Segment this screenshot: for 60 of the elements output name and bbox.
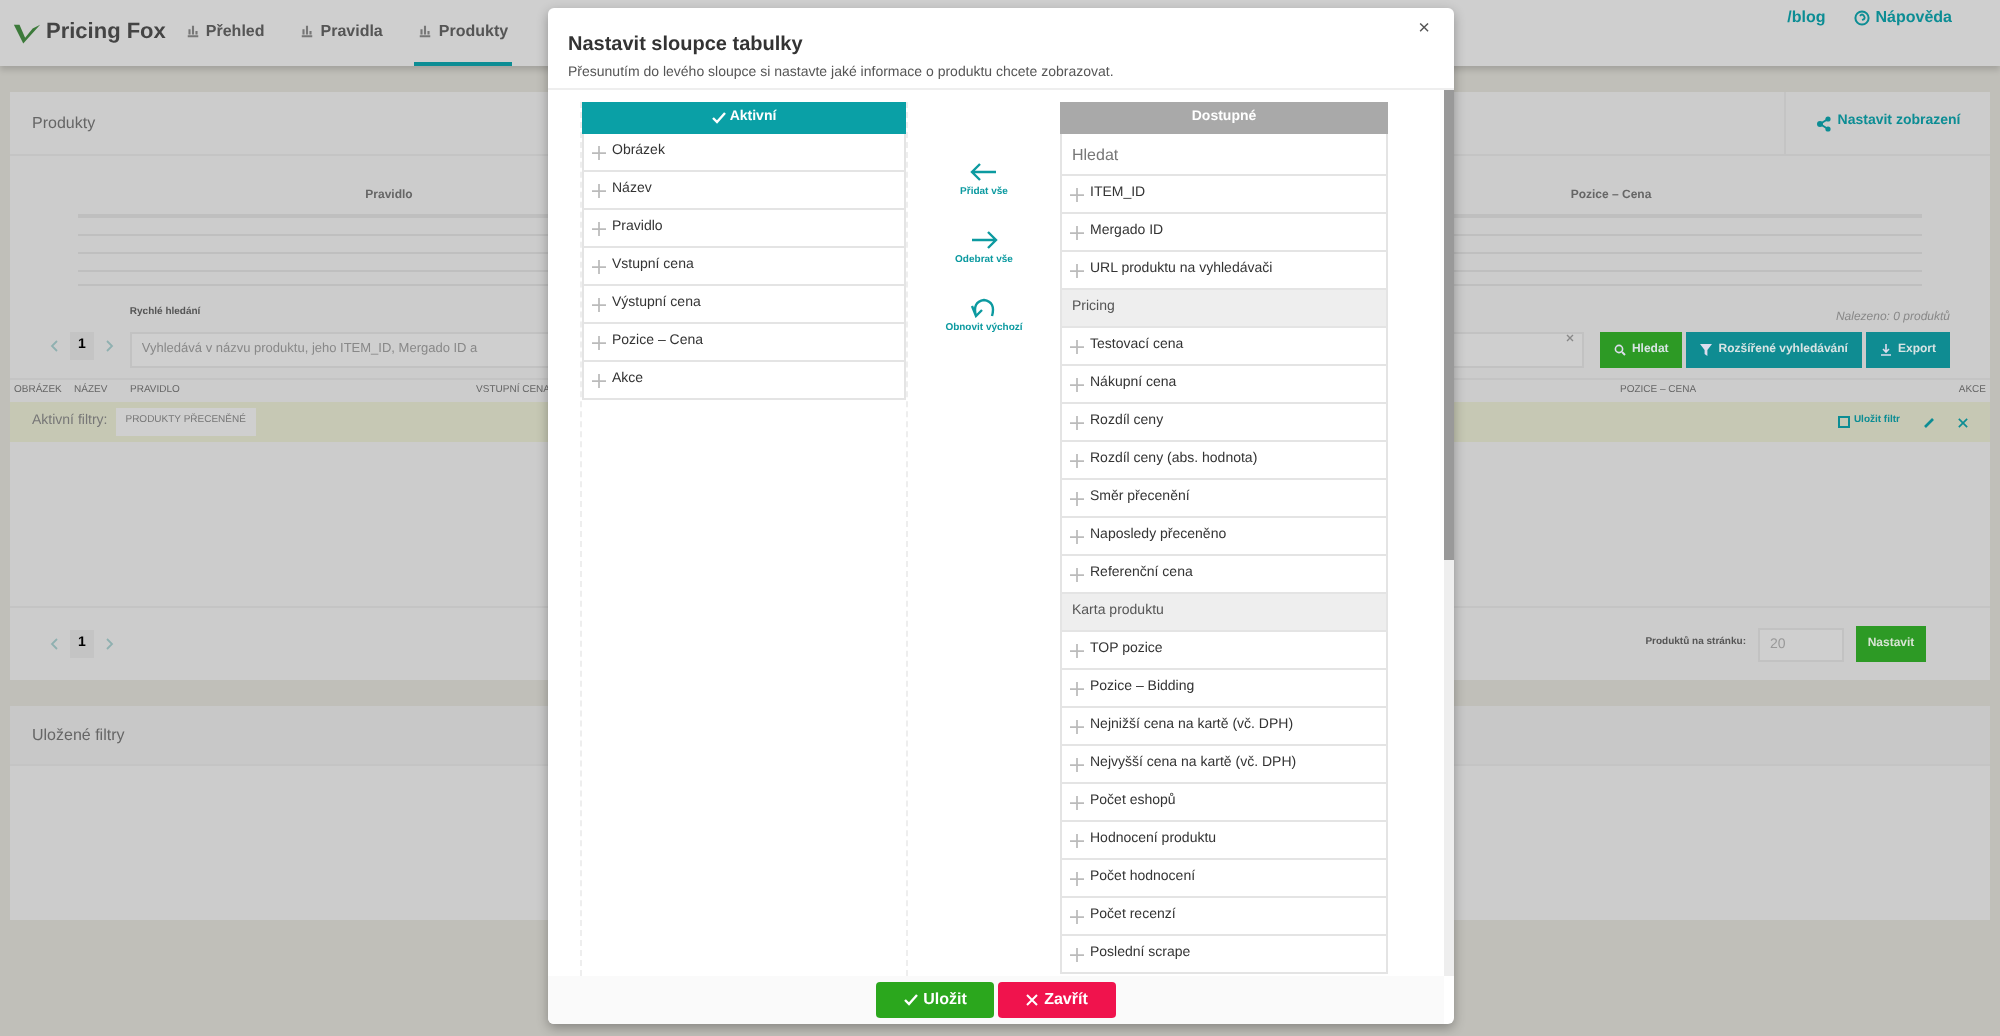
drag-handle-icon — [592, 297, 606, 311]
chevron-right-icon[interactable] — [105, 638, 114, 650]
download-icon — [1879, 344, 1892, 356]
nav-icon — [300, 24, 315, 38]
drag-handle-icon — [592, 335, 606, 349]
drag-handle-icon — [1070, 415, 1084, 429]
help-icon — [1853, 10, 1870, 26]
arrow-right-icon — [970, 229, 998, 249]
drag-handle-icon — [1070, 339, 1084, 353]
undo-icon — [970, 296, 998, 318]
fox-logo-icon — [12, 19, 42, 47]
drag-handle-icon — [1070, 377, 1084, 391]
drag-handle-icon — [1070, 909, 1084, 923]
search-icon — [1613, 344, 1626, 356]
share-icon — [1815, 115, 1832, 131]
close-button[interactable]: × — [1418, 14, 1430, 44]
drag-handle-icon — [1070, 719, 1084, 733]
drag-handle-icon — [592, 145, 606, 159]
check-icon — [903, 994, 918, 1006]
drag-handle-icon — [592, 221, 606, 235]
nav-tab[interactable]: Pravidla — [296, 0, 387, 66]
drag-handle-icon — [1070, 757, 1084, 771]
drag-handle-icon — [1070, 947, 1084, 961]
drag-handle-icon — [1070, 871, 1084, 885]
drag-handle-icon — [592, 373, 606, 387]
chevron-left-icon[interactable] — [50, 638, 58, 650]
close-icon — [1026, 994, 1039, 1006]
nav-tab[interactable]: Produkty — [414, 0, 513, 66]
drag-handle-icon — [1070, 491, 1084, 505]
drag-handle-icon — [592, 259, 606, 273]
clear-icon[interactable] — [1565, 334, 1574, 342]
drag-handle-icon — [1070, 643, 1084, 657]
drag-handle-icon — [1070, 263, 1084, 277]
nav-icon — [185, 24, 200, 38]
drag-handle-icon — [1070, 681, 1084, 695]
search-field[interactable]: Hledat — [1060, 134, 1388, 176]
check-icon — [711, 112, 726, 124]
filter-icon — [1700, 344, 1713, 356]
arrow-left-icon — [970, 162, 998, 182]
panel-title: Produkty — [32, 111, 96, 135]
drag-handle-icon — [1070, 567, 1084, 581]
drag-handle-icon — [1070, 833, 1084, 847]
drag-handle-icon — [1070, 187, 1084, 201]
logo-text: Pricing Fox — [46, 18, 166, 49]
modal-title: Nastavit sloupce tabulky — [568, 34, 805, 58]
drag-handle-icon — [1070, 225, 1084, 239]
panel-title: Uložené filtry — [32, 723, 125, 747]
nav-icon — [418, 24, 433, 38]
drag-handle-icon — [1070, 529, 1084, 543]
chevron-left-icon[interactable] — [50, 339, 58, 352]
drag-handle-icon — [592, 183, 606, 197]
save-icon — [1837, 416, 1850, 428]
chevron-right-icon[interactable] — [105, 339, 114, 352]
edit-icon[interactable] — [1924, 416, 1936, 428]
close-button[interactable]: Zavřít — [998, 982, 1116, 1018]
drag-handle-icon — [1070, 795, 1084, 809]
scrollbar[interactable] — [1444, 90, 1454, 976]
nav-tab[interactable]: Přehled — [181, 0, 269, 66]
drag-handle-icon — [1070, 453, 1084, 467]
close-icon[interactable] — [1958, 417, 1968, 427]
